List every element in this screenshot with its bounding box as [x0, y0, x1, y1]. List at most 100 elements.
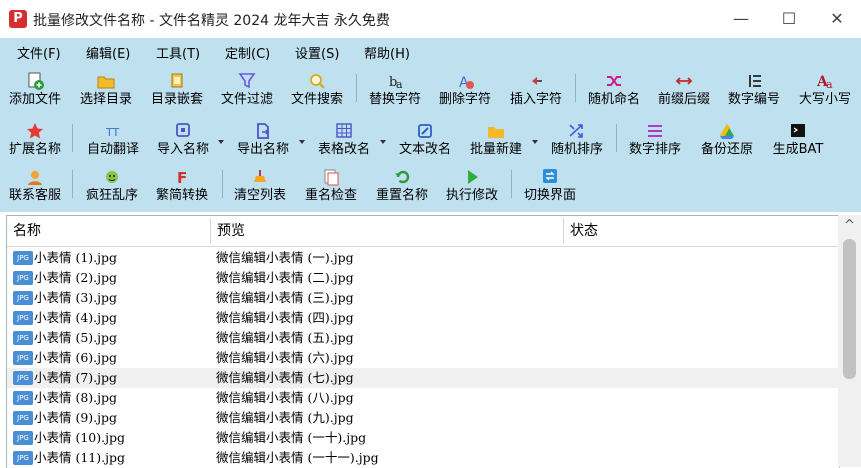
case-label: 大写小写: [798, 92, 851, 107]
toolbar-separator: [575, 74, 576, 102]
file-name-cell: 小表情 (10).jpg: [34, 430, 125, 445]
export-icon: [257, 123, 270, 139]
preview-name-cell: 微信编辑小表情 (二).jpg: [216, 270, 354, 285]
extension-button[interactable]: 扩展名称: [4, 120, 66, 164]
table-row[interactable]: JPG 小表情 (2).jpg 微信编辑小表情 (二).jpg: [7, 268, 839, 288]
folder-open-icon: [97, 76, 115, 89]
crazy-shuffle-button[interactable]: 疯狂乱序: [81, 166, 143, 210]
number-sort-button[interactable]: 数字排序: [624, 120, 686, 164]
preview-name-cell: 微信编辑小表情 (九).jpg: [216, 410, 354, 425]
case-button[interactable]: Aa 大写小写: [793, 70, 857, 114]
toolbar-separator: [72, 170, 73, 198]
menu-tools[interactable]: 工具(T): [156, 43, 200, 62]
random-sort-button[interactable]: 随机排序: [546, 120, 608, 164]
number-button[interactable]: 数字编号: [723, 70, 785, 114]
add-file-button[interactable]: 添加文件: [4, 70, 66, 114]
toolbar-separator: [356, 74, 357, 102]
import-dropdown-icon[interactable]: [218, 140, 224, 144]
file-name-cell: 小表情 (6).jpg: [34, 350, 118, 365]
jpg-file-icon: JPG: [13, 451, 33, 465]
table-row[interactable]: JPG 小表情 (3).jpg 微信编辑小表情 (三).jpg: [7, 288, 839, 308]
auto-translate-button[interactable]: TT 自动翻译: [82, 120, 144, 164]
random-sort-label: 随机排序: [550, 142, 603, 157]
preview-name-cell: 微信编辑小表情 (四).jpg: [216, 310, 354, 325]
table-row[interactable]: JPG 小表情 (6).jpg 微信编辑小表情 (六).jpg: [7, 348, 839, 368]
delete-chars-button[interactable]: A 删除字符: [434, 70, 496, 114]
table-rename-button[interactable]: 表格改名: [313, 120, 375, 164]
duplicate-check-label: 重名检查: [304, 188, 357, 203]
terminal-icon: [791, 124, 805, 137]
column-header-preview[interactable]: 预览: [211, 216, 567, 246]
execute-button[interactable]: 执行修改: [441, 166, 503, 210]
table-row[interactable]: JPG 小表情 (10).jpg 微信编辑小表情 (一十).jpg: [7, 428, 839, 448]
column-header-status[interactable]: 状态: [564, 216, 830, 246]
reset-icon: [395, 170, 410, 184]
new-folder-icon: [488, 127, 504, 138]
file-list[interactable]: 名称 预览 状态 JPG 小表情 (1).jpg 微信编辑小表情 (一).jpg JP…: [6, 215, 840, 468]
batch-create-button[interactable]: 批量新建: [465, 120, 527, 164]
edit-icon: [418, 124, 432, 138]
table-row[interactable]: JPG 小表情 (8).jpg 微信编辑小表情 (八).jpg: [7, 388, 839, 408]
table-dropdown-icon[interactable]: [380, 140, 386, 144]
toolbar-separator: [616, 124, 617, 152]
menu-help[interactable]: 帮助(H): [364, 43, 410, 62]
case-icon: Aa: [816, 74, 833, 91]
vertical-scrollbar[interactable]: ^: [838, 215, 861, 467]
close-button[interactable]: ✕: [813, 0, 861, 38]
export-names-button[interactable]: 导出名称: [232, 120, 294, 164]
select-folder-button[interactable]: 选择目录: [75, 70, 137, 114]
scrollbar-thumb[interactable]: [843, 239, 856, 379]
trad-simp-convert-button[interactable]: F 繁简转换: [151, 166, 213, 210]
contact-support-button[interactable]: 联系客服: [4, 166, 66, 210]
switch-ui-button[interactable]: 切换界面: [518, 166, 582, 210]
menu-edit[interactable]: 编辑(E): [86, 43, 130, 62]
menu-file[interactable]: 文件(F): [17, 43, 61, 62]
jpg-file-icon: JPG: [13, 271, 33, 285]
preview-name-cell: 微信编辑小表情 (六).jpg: [216, 350, 354, 365]
search-icon: [310, 74, 325, 89]
generate-bat-button[interactable]: 生成BAT: [766, 120, 830, 164]
scroll-up-button[interactable]: ^: [838, 215, 861, 237]
list-header: 名称 预览 状态: [7, 216, 839, 247]
menu-settings[interactable]: 设置(S): [295, 43, 339, 62]
export-dropdown-icon[interactable]: [299, 140, 305, 144]
filter-button[interactable]: 文件过滤: [216, 70, 278, 114]
crazy-icon: [106, 171, 118, 183]
table-row[interactable]: JPG 小表情 (1).jpg 微信编辑小表情 (一).jpg: [7, 248, 839, 268]
switch-icon: [543, 169, 557, 183]
star-icon: [27, 123, 43, 139]
reset-names-button[interactable]: 重置名称: [371, 166, 433, 210]
search-label: 文件搜索: [290, 92, 343, 107]
search-button[interactable]: 文件搜索: [286, 70, 348, 114]
jpg-file-icon: JPG: [13, 351, 33, 365]
jpg-file-icon: JPG: [13, 391, 33, 405]
replace-chars-button[interactable]: ba 替换字符: [364, 70, 426, 114]
table-row[interactable]: JPG 小表情 (5).jpg 微信编辑小表情 (五).jpg: [7, 328, 839, 348]
toolbar: 添加文件 选择目录 目录嵌套 文件过滤 文件搜索 ba 替换字符 A 删除字符 …: [0, 64, 861, 212]
menu-customize[interactable]: 定制(C): [225, 43, 270, 62]
table-row[interactable]: JPG 小表情 (7).jpg 微信编辑小表情 (七).jpg: [7, 368, 839, 388]
backup-restore-button[interactable]: 备份还原: [696, 120, 758, 164]
maximize-button[interactable]: ☐: [765, 0, 813, 38]
jpg-file-icon: JPG: [13, 311, 33, 325]
table-row[interactable]: JPG 小表情 (4).jpg 微信编辑小表情 (四).jpg: [7, 308, 839, 328]
random-name-button[interactable]: 随机命名: [583, 70, 645, 114]
table-row[interactable]: JPG 小表情 (11).jpg 微信编辑小表情 (一十一).jpg: [7, 448, 839, 468]
batch-create-dropdown-icon[interactable]: [532, 140, 538, 144]
add-file-label: 添加文件: [8, 92, 61, 107]
minimize-button[interactable]: —: [717, 0, 765, 38]
text-rename-button[interactable]: 文本改名: [394, 120, 456, 164]
menu-bar: 文件(F) 编辑(E) 工具(T) 定制(C) 设置(S) 帮助(H): [0, 38, 861, 64]
nested-folder-button[interactable]: 目录嵌套: [146, 70, 208, 114]
toolbar-separator: [222, 170, 223, 198]
column-header-name[interactable]: 名称: [7, 216, 213, 246]
prefix-suffix-button[interactable]: 前缀后缀: [653, 70, 715, 114]
preview-name-cell: 微信编辑小表情 (一十一).jpg: [216, 450, 379, 465]
import-names-button[interactable]: 导入名称: [152, 120, 214, 164]
insert-chars-button[interactable]: 插入字符: [505, 70, 567, 114]
jpg-file-icon: JPG: [13, 291, 33, 305]
table-row[interactable]: JPG 小表情 (9).jpg 微信编辑小表情 (九).jpg: [7, 408, 839, 428]
duplicate-check-button[interactable]: 重名检查: [300, 166, 362, 210]
replace-chars-label: 替换字符: [368, 92, 421, 107]
clear-list-button[interactable]: 清空列表: [229, 166, 291, 210]
